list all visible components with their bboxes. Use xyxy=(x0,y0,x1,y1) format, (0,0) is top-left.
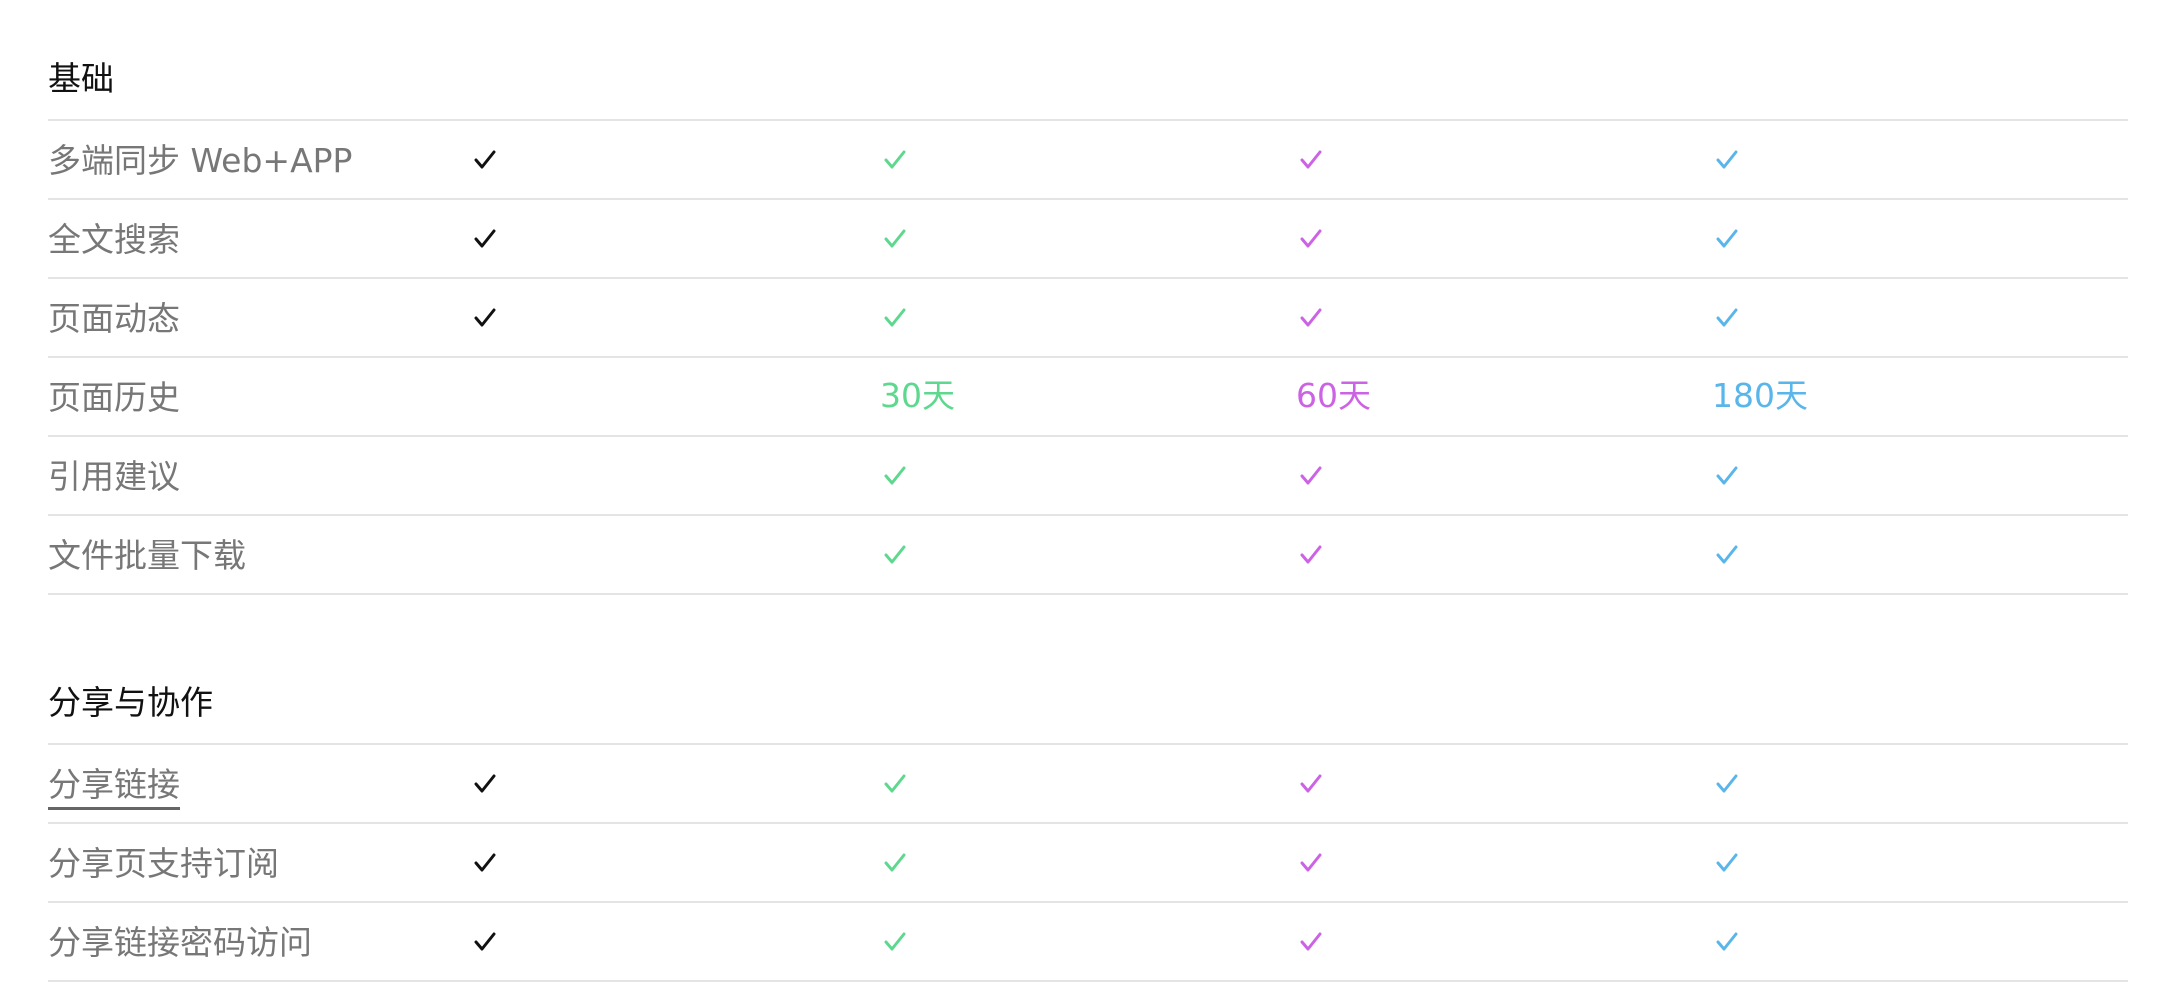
check-icon xyxy=(880,460,910,490)
check-icon xyxy=(1296,768,1326,798)
check-icon xyxy=(1712,460,1742,490)
blue-check-icon xyxy=(1712,297,1742,332)
check-icon xyxy=(470,768,500,798)
check-icon xyxy=(1296,926,1326,956)
blue-check-icon xyxy=(1712,763,1742,798)
check-icon xyxy=(470,144,500,174)
feature-row: 多端同步 Web+APP xyxy=(48,121,2128,200)
free-check-icon xyxy=(470,921,500,956)
purple-check-icon xyxy=(1296,297,1326,332)
feature-row: 引用建议 xyxy=(48,437,2128,516)
green-check-icon xyxy=(880,842,910,877)
check-icon xyxy=(880,144,910,174)
check-icon xyxy=(1712,539,1742,569)
feature-label: 引用建议 xyxy=(48,457,180,496)
check-icon xyxy=(1296,223,1326,253)
check-icon xyxy=(1712,144,1742,174)
check-icon xyxy=(880,223,910,253)
check-icon xyxy=(1296,302,1326,332)
section-title-share: 分享与协作 xyxy=(48,680,2128,745)
check-icon xyxy=(470,223,500,253)
green-check-icon xyxy=(880,455,910,490)
feature-row: 文件批量下载 xyxy=(48,516,2128,595)
green-check-icon xyxy=(880,921,910,956)
history-green: 30天 xyxy=(880,376,955,415)
check-icon xyxy=(470,302,500,332)
free-check-icon xyxy=(470,842,500,877)
purple-check-icon xyxy=(1296,534,1326,569)
feature-label: 页面动态 xyxy=(48,299,180,338)
check-icon xyxy=(1712,302,1742,332)
purple-check-icon xyxy=(1296,218,1326,253)
green-check-icon xyxy=(880,763,910,798)
feature-label: 全文搜索 xyxy=(48,220,180,259)
feature-row: 全文搜索 xyxy=(48,200,2128,279)
check-icon xyxy=(1296,460,1326,490)
free-check-icon xyxy=(470,218,500,253)
share-link-feature[interactable]: 分享链接 xyxy=(48,765,180,810)
check-icon xyxy=(880,926,910,956)
blue-check-icon xyxy=(1712,921,1742,956)
check-icon xyxy=(1712,223,1742,253)
check-icon xyxy=(1296,539,1326,569)
check-icon xyxy=(1296,847,1326,877)
purple-check-icon xyxy=(1296,455,1326,490)
check-icon xyxy=(880,539,910,569)
purple-check-icon xyxy=(1296,139,1326,174)
feature-row: 页面动态 xyxy=(48,279,2128,358)
feature-label: 多端同步 Web+APP xyxy=(48,141,353,180)
feature-label: 分享链接密码访问 xyxy=(48,923,312,962)
free-check-icon xyxy=(470,139,500,174)
section-share: 分享与协作 分享链接 分享页支持订阅 分享链接密码访问 xyxy=(48,680,2128,982)
history-blue: 180天 xyxy=(1712,376,1808,415)
check-icon xyxy=(880,302,910,332)
purple-check-icon xyxy=(1296,921,1326,956)
feature-label: 文件批量下载 xyxy=(48,536,246,575)
feature-row: 页面历史 30天 60天 180天 xyxy=(48,358,2128,437)
check-icon xyxy=(1712,847,1742,877)
purple-check-icon xyxy=(1296,763,1326,798)
check-icon xyxy=(1296,144,1326,174)
purple-check-icon xyxy=(1296,842,1326,877)
blue-check-icon xyxy=(1712,455,1742,490)
feature-row: 分享页支持订阅 xyxy=(48,824,2128,903)
blue-check-icon xyxy=(1712,534,1742,569)
history-purple: 60天 xyxy=(1296,376,1371,415)
blue-check-icon xyxy=(1712,139,1742,174)
check-icon xyxy=(1712,768,1742,798)
free-check-icon xyxy=(470,297,500,332)
section-basic: 基础 多端同步 Web+APP 全文搜索 页面动态 页面历史 30天 60天 1… xyxy=(48,56,2128,595)
blue-check-icon xyxy=(1712,842,1742,877)
green-check-icon xyxy=(880,139,910,174)
check-icon xyxy=(880,768,910,798)
feature-row: 分享链接 xyxy=(48,745,2128,824)
section-title-basic: 基础 xyxy=(48,56,2128,121)
free-check-icon xyxy=(470,763,500,798)
check-icon xyxy=(470,847,500,877)
green-check-icon xyxy=(880,297,910,332)
feature-label: 分享页支持订阅 xyxy=(48,844,279,883)
green-check-icon xyxy=(880,218,910,253)
green-check-icon xyxy=(880,534,910,569)
check-icon xyxy=(470,926,500,956)
check-icon xyxy=(1712,926,1742,956)
feature-row: 分享链接密码访问 xyxy=(48,903,2128,982)
blue-check-icon xyxy=(1712,218,1742,253)
check-icon xyxy=(880,847,910,877)
feature-label: 页面历史 xyxy=(48,378,180,417)
